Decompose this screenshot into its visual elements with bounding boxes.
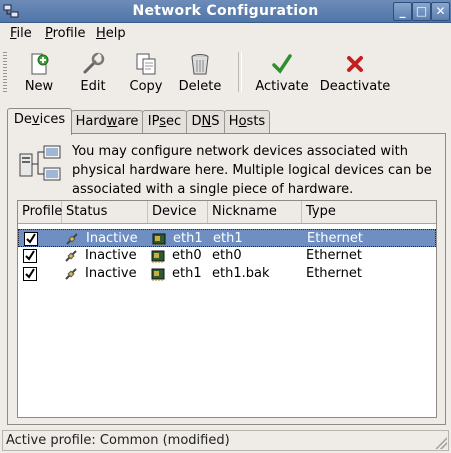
copy-icon <box>136 53 156 75</box>
tab-dns[interactable]: DNS <box>186 110 225 133</box>
window-title: Network Configuration <box>132 3 319 19</box>
inactive-status-icon <box>65 268 77 280</box>
tab-hosts-mnemonic: o <box>238 114 247 129</box>
toolbar-separator <box>238 52 242 92</box>
menu-profile-mnemonic: P <box>45 26 53 41</box>
trash-icon <box>191 54 209 75</box>
devices-panel: You may configure network devices associ… <box>7 133 446 425</box>
new-button[interactable]: New <box>16 50 62 98</box>
nickname-cell: eth1 <box>213 231 243 246</box>
tab-hardware-label-end: are <box>117 114 139 129</box>
tab-devices-mnemonic: v <box>31 112 40 127</box>
nickname-cell: eth1.bak <box>212 266 270 281</box>
new-icon <box>31 53 49 75</box>
status-cell: Inactive <box>85 248 137 263</box>
devices-list[interactable]: Profile Status Device Nickname Type Inac… <box>17 200 437 418</box>
menu-help[interactable]: Help <box>96 26 126 41</box>
menu-bar: File Profile Help <box>0 23 451 45</box>
status-cell: Inactive <box>86 231 138 246</box>
minimize-button[interactable]: _ <box>393 2 412 21</box>
inactive-status-icon <box>66 233 78 245</box>
check-icon <box>26 233 36 244</box>
devices-list-header: Profile Status Device Nickname Type <box>18 201 436 224</box>
deactivate-label: Deactivate <box>319 79 391 94</box>
menu-file-label: ile <box>16 26 32 41</box>
status-cell: Inactive <box>85 266 137 281</box>
tab-devices-label-end: ices <box>39 112 66 127</box>
copy-button[interactable]: Copy <box>124 50 168 98</box>
tab-hardware[interactable]: Hardware <box>71 110 143 133</box>
profile-checkbox[interactable] <box>23 267 37 281</box>
column-header-type[interactable]: Type <box>302 201 436 223</box>
maximize-button[interactable]: □ <box>412 2 431 21</box>
tab-hosts[interactable]: Hosts <box>224 110 270 133</box>
tab-devices[interactable]: Devices <box>7 108 72 135</box>
active-profile-status: Active profile: Common (modified) <box>6 433 230 448</box>
status-bar: Active profile: Common (modified) <box>2 430 449 451</box>
new-label: New <box>24 79 54 94</box>
tab-ipsec-label-end: ec <box>166 114 182 129</box>
check-icon <box>25 250 35 261</box>
ethernet-card-icon <box>152 233 166 246</box>
device-cell: eth0 <box>172 248 202 263</box>
delete-button[interactable]: Delete <box>176 50 224 98</box>
type-cell: Ethernet <box>306 248 362 263</box>
tab-dns-label-start: D <box>191 114 202 129</box>
checkmark-icon <box>272 54 292 74</box>
tab-hosts-label-start: H <box>228 114 239 129</box>
profile-checkbox[interactable] <box>24 232 38 246</box>
column-header-profile[interactable]: Profile <box>18 201 62 223</box>
menu-help-mnemonic: H <box>96 26 106 41</box>
title-bar: Network Configuration _ □ ✕ <box>0 0 451 23</box>
menu-profile[interactable]: Profile <box>45 26 85 41</box>
red-x-icon <box>347 56 363 72</box>
table-row[interactable]: Inactive eth1 eth1.bak Ethernet <box>18 265 436 283</box>
tab-ipsec-label-start: IP <box>147 114 160 129</box>
column-header-nickname[interactable]: Nickname <box>208 201 302 223</box>
tab-devices-label-start: De <box>13 112 32 127</box>
table-row[interactable]: Inactive eth0 eth0 Ethernet <box>18 247 436 265</box>
edit-button[interactable]: Edit <box>70 50 116 98</box>
tab-ipsec-mnemonic: s <box>159 114 167 129</box>
tab-hosts-label-end: sts <box>246 114 266 129</box>
tab-ipsec[interactable]: IPsec <box>142 110 187 133</box>
table-row[interactable]: Inactive eth1 eth1 Ethernet <box>18 229 436 247</box>
menu-help-label: elp <box>105 26 126 41</box>
notebook-tabs: Devices Hardware IPsec DNS Hosts <box>7 108 447 135</box>
edit-label: Edit <box>80 79 106 94</box>
column-header-device[interactable]: Device <box>148 201 208 223</box>
profile-checkbox[interactable] <box>23 249 37 263</box>
deactivate-button[interactable]: Deactivate <box>318 50 392 98</box>
type-cell: Ethernet <box>306 266 362 281</box>
activate-button[interactable]: Activate <box>252 50 312 98</box>
column-header-status[interactable]: Status <box>62 201 148 223</box>
tab-hardware-mnemonic: w <box>106 114 118 129</box>
network-devices-icon <box>19 145 61 181</box>
activate-label: Activate <box>255 79 309 94</box>
menu-file[interactable]: File <box>10 26 32 41</box>
close-button[interactable]: ✕ <box>431 2 450 21</box>
wrench-icon <box>83 52 105 74</box>
menu-profile-label: rofile <box>52 26 86 41</box>
nickname-cell: eth0 <box>212 248 242 263</box>
ethernet-card-icon <box>151 268 165 281</box>
device-cell: eth1 <box>172 266 202 281</box>
ethernet-card-icon <box>151 250 165 263</box>
tab-hardware-label-start: Hard <box>75 114 107 129</box>
delete-label: Delete <box>178 79 222 94</box>
type-cell: Ethernet <box>307 231 363 246</box>
check-icon <box>25 268 35 279</box>
toolbar: New Edit Copy Delete Activate Deactivate <box>0 46 451 102</box>
inactive-status-icon <box>65 250 77 262</box>
tab-dns-label-end: S <box>211 114 220 129</box>
copy-label: Copy <box>129 79 163 94</box>
devices-info-text: You may configure network devices associ… <box>72 144 432 197</box>
resize-grip[interactable] <box>435 437 447 449</box>
tab-dns-mnemonic: N <box>201 114 212 129</box>
device-cell: eth1 <box>173 231 203 246</box>
toolbar-grip[interactable] <box>3 52 7 92</box>
